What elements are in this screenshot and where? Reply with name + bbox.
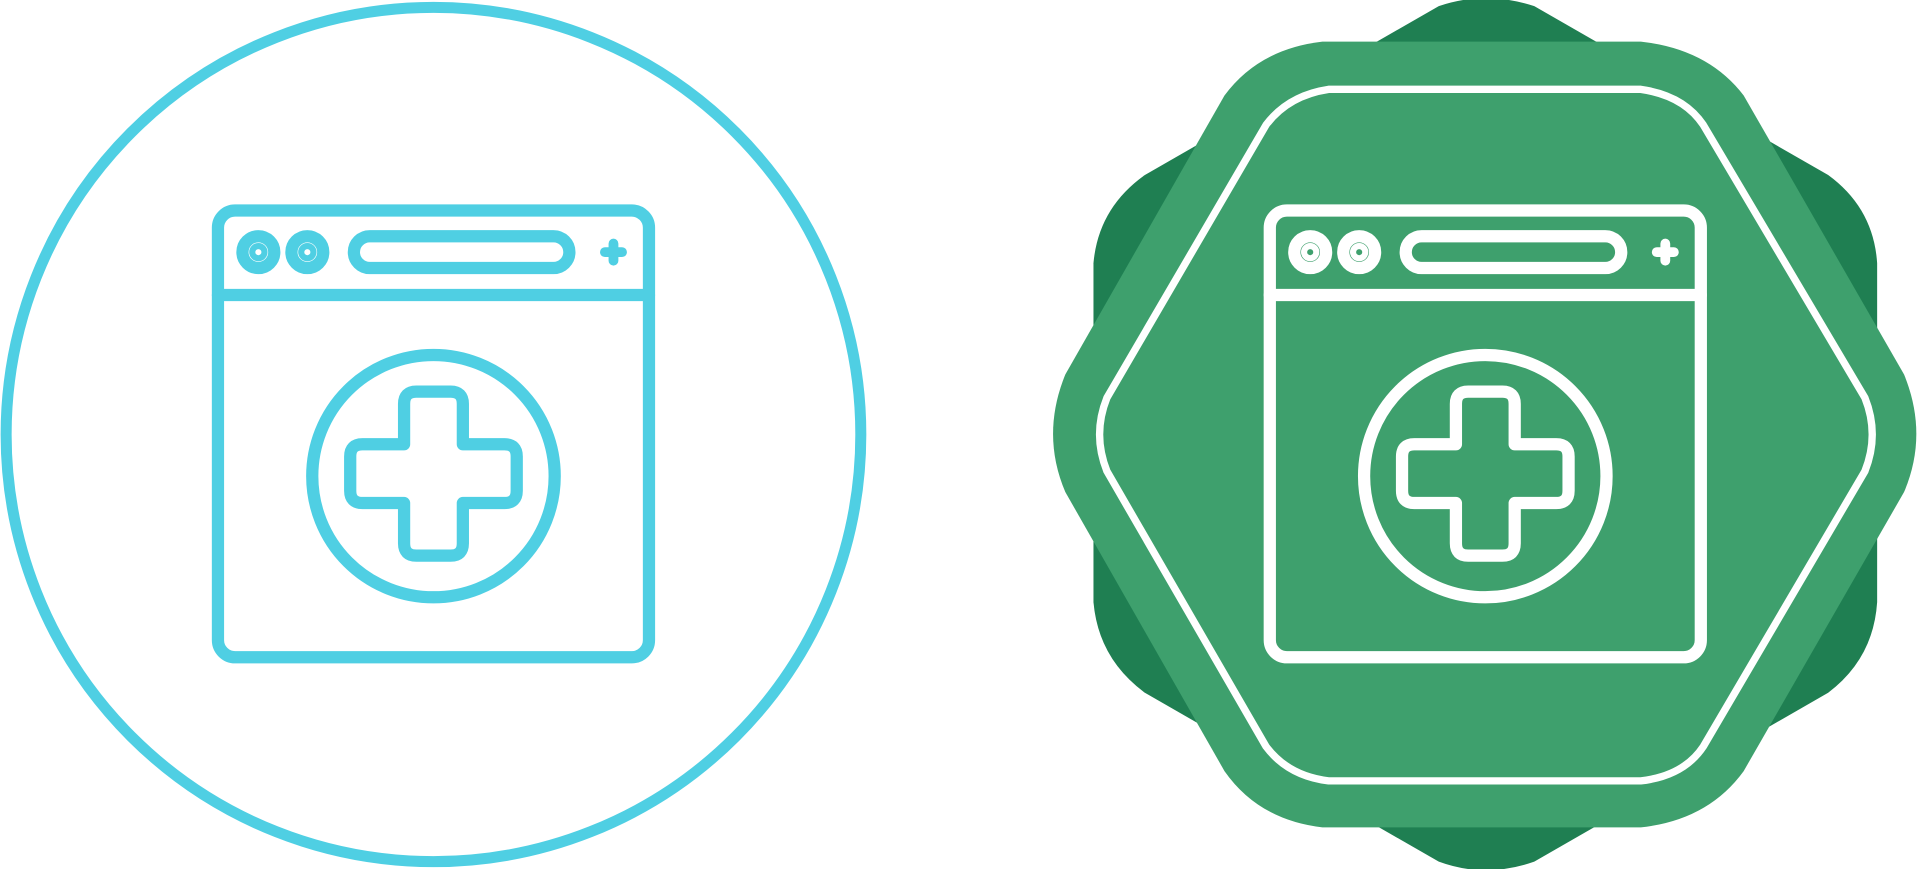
badge-filled-variant	[1053, 0, 1917, 869]
outline-circle-variant	[0, 1, 867, 868]
icon-sheet	[0, 0, 1917, 869]
outline-ring	[0, 1, 867, 868]
